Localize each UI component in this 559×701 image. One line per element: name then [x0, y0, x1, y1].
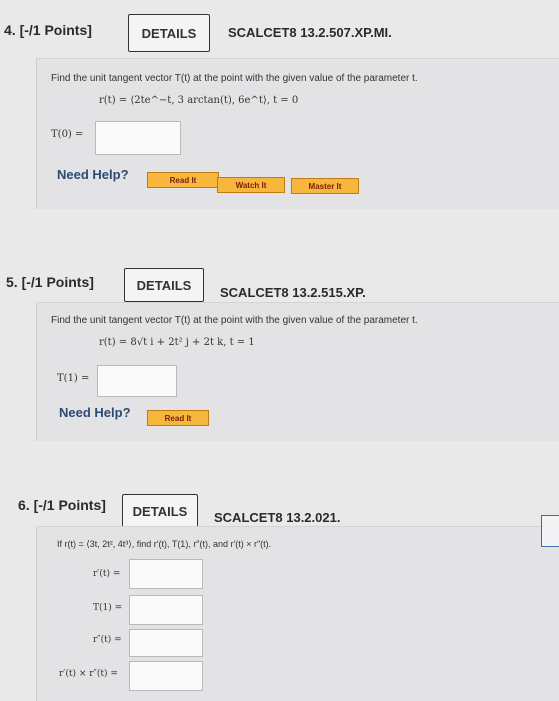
q6-field-label-r-prime: r′(t) = — [93, 569, 121, 579]
q6-field-label-cross-product: r′(t) × r″(t) = — [59, 669, 118, 679]
q5-read-it-button[interactable]: Read It — [147, 410, 209, 426]
q5-problem-code: SCALCET8 13.2.515.XP. — [220, 285, 366, 300]
q5-details-button[interactable]: DETAILS — [124, 268, 204, 302]
q5-answer-label: T(1) = — [57, 373, 90, 384]
q4-read-it-button[interactable]: Read It — [147, 172, 219, 188]
q4-details-button[interactable]: DETAILS — [128, 14, 210, 52]
q6-r-prime-input[interactable] — [129, 559, 203, 589]
q4-need-help: Need Help? — [57, 167, 129, 182]
q4-header: 4. [-/1 Points] — [4, 22, 92, 38]
q4-prompt: Find the unit tangent vector T(t) at the… — [51, 73, 418, 84]
q6-panel: If r(t) = ⟨3t, 2t², 4t³⟩, find r′(t), T(… — [36, 526, 559, 701]
q4-equation: r(t) = ⟨2te^−t, 3 arctan(t), 6e^t⟩, t = … — [99, 95, 299, 106]
q4-watch-it-button[interactable]: Watch It — [217, 177, 285, 193]
q6-field-label-r-double-prime: r″(t) = — [93, 635, 122, 645]
q6-header: 6. [-/1 Points] — [18, 497, 106, 513]
q6-prompt: If r(t) = ⟨3t, 2t², 4t³⟩, find r′(t), T(… — [57, 539, 272, 549]
q6-details-button[interactable]: DETAILS — [122, 494, 198, 528]
q5-header: 5. [-/1 Points] — [6, 274, 94, 290]
q4-problem-code: SCALCET8 13.2.507.XP.MI. — [228, 25, 392, 40]
q5-panel: Find the unit tangent vector T(t) at the… — [36, 302, 559, 441]
q4-panel: Find the unit tangent vector T(t) at the… — [36, 58, 559, 209]
q6-t1-input[interactable] — [129, 595, 203, 625]
q4-answer-input[interactable] — [95, 121, 181, 155]
q4-master-it-button[interactable]: Master It — [291, 178, 359, 194]
q5-equation: r(t) = 8√t i + 2t² j + 2t k, t = 1 — [99, 337, 255, 348]
q5-need-help: Need Help? — [59, 405, 131, 420]
q6-field-label-t1: T(1) = — [93, 603, 123, 613]
q6-r-double-prime-input[interactable] — [129, 629, 203, 657]
q4-answer-label: T(0) = — [51, 129, 84, 140]
side-panel-toggle[interactable] — [541, 515, 559, 547]
q5-prompt: Find the unit tangent vector T(t) at the… — [51, 315, 418, 326]
q5-answer-input[interactable] — [97, 365, 177, 397]
q6-cross-product-input[interactable] — [129, 661, 203, 691]
q6-problem-code: SCALCET8 13.2.021. — [214, 510, 341, 525]
